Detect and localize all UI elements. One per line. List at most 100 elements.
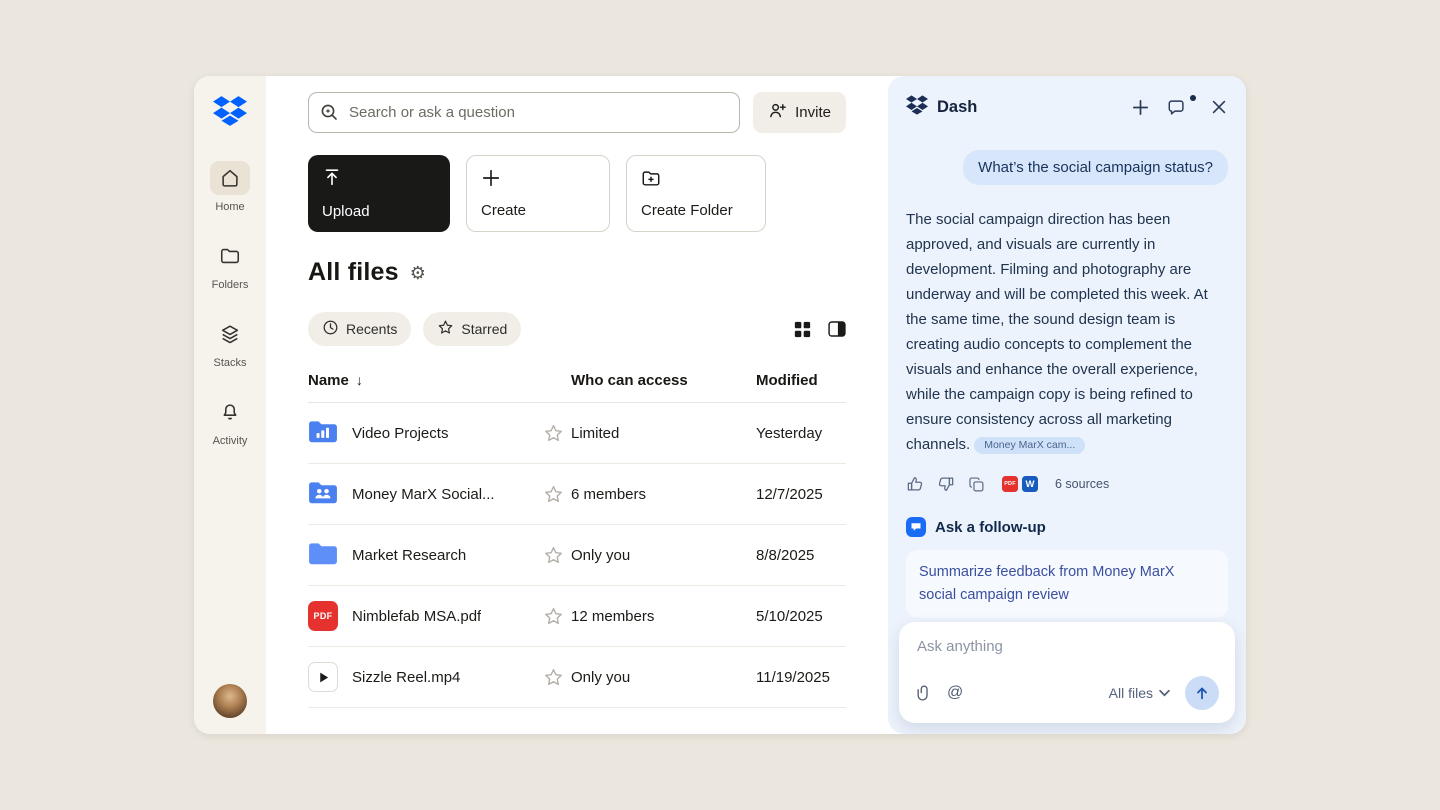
table-row[interactable]: Sizzle Reel.mp4 Only you 11/19/2025 bbox=[308, 647, 846, 708]
star-toggle[interactable] bbox=[543, 545, 571, 566]
page-heading: All files ⚙ bbox=[308, 258, 846, 287]
upload-button[interactable]: Upload bbox=[308, 155, 450, 232]
dash-header-actions bbox=[1131, 98, 1228, 117]
column-access[interactable]: Who can access bbox=[571, 372, 756, 389]
chat-history-icon[interactable] bbox=[1167, 98, 1193, 117]
grid-view-icon[interactable] bbox=[794, 321, 811, 338]
mention-icon[interactable]: @ bbox=[947, 685, 963, 701]
source-chip[interactable]: Money MarX cam... bbox=[974, 437, 1085, 454]
create-folder-button[interactable]: Create Folder bbox=[626, 155, 766, 232]
page-title: All files bbox=[308, 258, 399, 287]
chevron-down-icon bbox=[1159, 689, 1170, 697]
sources-count[interactable]: 6 sources bbox=[1055, 477, 1109, 491]
column-name[interactable]: Name↓ bbox=[308, 372, 543, 389]
search-input[interactable] bbox=[308, 92, 740, 133]
file-name: Nimblefab MSA.pdf bbox=[352, 608, 481, 625]
file-access: Only you bbox=[571, 547, 756, 564]
star-toggle[interactable] bbox=[543, 484, 571, 505]
file-modified: 11/19/2025 bbox=[756, 669, 846, 686]
dash-panel: Dash What’s the social campaign status? … bbox=[888, 76, 1246, 734]
followup-chat-icon bbox=[906, 517, 926, 537]
attachment-icon[interactable] bbox=[915, 684, 932, 702]
file-access: Only you bbox=[571, 669, 756, 686]
sidebar-item-label: Folders bbox=[212, 279, 249, 291]
followup-suggestion[interactable]: Summarize feedback from Money MarX socia… bbox=[906, 550, 1228, 618]
home-icon bbox=[210, 161, 250, 195]
user-message-bubble: What’s the social campaign status? bbox=[963, 150, 1228, 185]
star-toggle[interactable] bbox=[543, 423, 571, 444]
starred-label: Starred bbox=[461, 321, 507, 337]
search-icon bbox=[319, 102, 339, 127]
followup-header: Ask a follow-up bbox=[906, 517, 1228, 537]
sidebar: Home Folders Stacks Activity bbox=[194, 76, 266, 734]
upload-label: Upload bbox=[322, 203, 370, 220]
ask-input-toolbar: @ All files bbox=[915, 676, 1219, 710]
filter-bar: Recents Starred bbox=[308, 312, 846, 346]
assistant-response: The social campaign direction has been a… bbox=[906, 207, 1228, 457]
create-button[interactable]: Create bbox=[466, 155, 610, 232]
file-name: Sizzle Reel.mp4 bbox=[352, 669, 460, 686]
sidebar-item-label: Stacks bbox=[213, 357, 246, 369]
sidebar-item-label: Activity bbox=[213, 435, 248, 447]
split-view-icon[interactable] bbox=[828, 320, 846, 338]
dash-title: Dash bbox=[937, 98, 977, 117]
folder-shared-icon bbox=[308, 480, 338, 509]
create-folder-label: Create Folder bbox=[641, 202, 733, 219]
followup-label: Ask a follow-up bbox=[935, 519, 1046, 536]
pdf-file-icon: PDF bbox=[308, 601, 338, 631]
sidebar-item-activity[interactable]: Activity bbox=[210, 395, 250, 447]
upload-icon bbox=[322, 167, 342, 190]
sidebar-item-label: Home bbox=[215, 201, 244, 213]
new-thread-icon[interactable] bbox=[1131, 98, 1150, 117]
word-badge-icon: W bbox=[1022, 476, 1038, 492]
source-doc-badges: PDF W bbox=[1002, 476, 1038, 492]
table-row-partial[interactable] bbox=[308, 708, 846, 734]
send-button[interactable] bbox=[1185, 676, 1219, 710]
table-row[interactable]: Video Projects Limited Yesterday bbox=[308, 403, 846, 464]
starred-filter-chip[interactable]: Starred bbox=[423, 312, 521, 346]
table-row[interactable]: Money MarX Social... 6 members 12/7/2025 bbox=[308, 464, 846, 525]
user-avatar[interactable] bbox=[213, 684, 247, 718]
dropbox-logo-icon[interactable] bbox=[213, 96, 247, 131]
sidebar-item-home[interactable]: Home bbox=[210, 161, 250, 213]
sort-desc-icon: ↓ bbox=[356, 372, 363, 388]
file-access: 6 members bbox=[571, 486, 756, 503]
dash-header: Dash bbox=[906, 76, 1228, 138]
thumbs-down-icon[interactable] bbox=[937, 475, 955, 493]
table-header: Name↓ Who can access Modified bbox=[308, 372, 846, 403]
folder-chart-icon bbox=[308, 419, 338, 448]
copy-icon[interactable] bbox=[968, 476, 985, 493]
bell-icon bbox=[210, 395, 250, 429]
folder-icon bbox=[210, 239, 250, 273]
invite-label: Invite bbox=[795, 104, 831, 121]
create-label: Create bbox=[481, 202, 526, 219]
invite-button[interactable]: Invite bbox=[753, 92, 846, 133]
dash-logo-icon bbox=[906, 95, 928, 120]
scope-selector[interactable]: All files bbox=[1109, 685, 1170, 701]
star-icon bbox=[437, 319, 454, 339]
plus-icon bbox=[481, 168, 501, 191]
pdf-badge-icon: PDF bbox=[1002, 476, 1018, 492]
app-window: Home Folders Stacks Activity bbox=[194, 76, 1246, 734]
file-modified: Yesterday bbox=[756, 425, 846, 442]
ask-input-card: @ All files bbox=[899, 622, 1235, 723]
file-modified: 5/10/2025 bbox=[756, 608, 846, 625]
star-toggle[interactable] bbox=[543, 667, 571, 688]
file-modified: 12/7/2025 bbox=[756, 486, 846, 503]
thumbs-up-icon[interactable] bbox=[906, 475, 924, 493]
folder-plus-icon bbox=[641, 168, 661, 191]
sidebar-item-stacks[interactable]: Stacks bbox=[210, 317, 250, 369]
ask-input[interactable] bbox=[915, 637, 1219, 656]
star-toggle[interactable] bbox=[543, 606, 571, 627]
action-buttons: Upload Create Create Folder bbox=[308, 155, 846, 232]
gear-icon[interactable]: ⚙ bbox=[410, 264, 426, 282]
main-content: Invite Upload Create Create Folder bbox=[266, 76, 888, 734]
recents-filter-chip[interactable]: Recents bbox=[308, 312, 411, 346]
recents-label: Recents bbox=[346, 321, 397, 337]
table-row[interactable]: Market Research Only you 8/8/2025 bbox=[308, 525, 846, 586]
table-row[interactable]: PDF Nimblefab MSA.pdf 12 members 5/10/20… bbox=[308, 586, 846, 647]
video-file-icon bbox=[308, 662, 338, 692]
sidebar-item-folders[interactable]: Folders bbox=[210, 239, 250, 291]
column-modified[interactable]: Modified bbox=[756, 372, 846, 389]
close-icon[interactable] bbox=[1210, 98, 1228, 116]
